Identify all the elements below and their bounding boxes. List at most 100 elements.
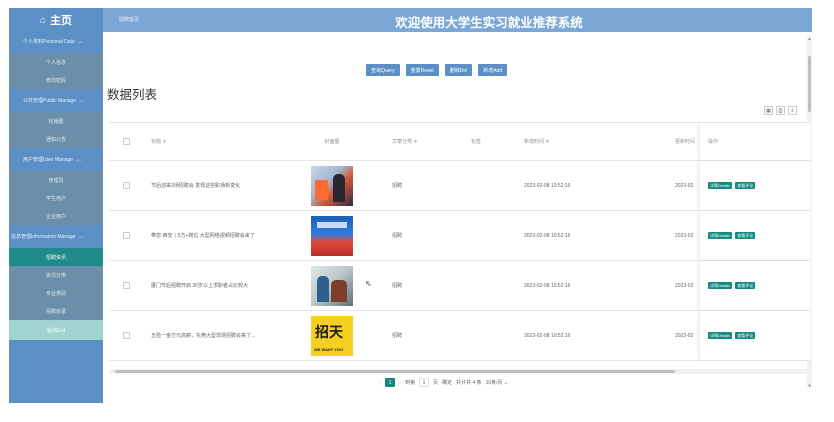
main-content: ▲ ▼ 查询Query 重置Reset 删除Del 新增Add 数据列表 ▦ ⎙… bbox=[103, 32, 812, 403]
cover-image bbox=[311, 165, 353, 206]
row-checkbox[interactable] bbox=[123, 282, 130, 289]
row-type: 招聘 bbox=[392, 233, 403, 239]
goto-prefix: 到第 bbox=[405, 380, 416, 386]
scrollbar-thumb[interactable] bbox=[808, 56, 811, 112]
chevron-up-icon: ︿ bbox=[77, 39, 83, 45]
sidebar-group-label: 用户管理User Manage bbox=[23, 157, 74, 163]
sidebar-item-notices[interactable]: 通知公告 bbox=[9, 130, 103, 148]
logout-button[interactable]: 退出Exit bbox=[9, 320, 103, 340]
sidebar-item-students[interactable]: 学生用户 bbox=[9, 189, 103, 207]
home-icon: ⌂ bbox=[39, 14, 47, 26]
print-icon[interactable]: ⎙ bbox=[776, 106, 785, 115]
reset-button[interactable]: 重置Reset bbox=[405, 64, 439, 76]
mouse-cursor-icon: ⇖ bbox=[365, 279, 372, 288]
row-tag bbox=[471, 311, 511, 360]
delete-button[interactable]: 删除Del bbox=[444, 64, 473, 76]
details-button[interactable]: 详情Details bbox=[708, 232, 733, 239]
header-time[interactable]: 新增时间 ≑ bbox=[524, 123, 674, 160]
header-tag: 标签 bbox=[471, 139, 482, 145]
row-tag bbox=[471, 261, 511, 310]
prev-page-icon[interactable]: ‹ bbox=[379, 380, 381, 386]
table-row: 五险一金万元高薪，东莞大型现场招聘会来了... 招聘 2023-02-08 10… bbox=[109, 311, 811, 361]
row-title: 节后迎来3场招聘会 发现这些职场新变化 bbox=[151, 183, 241, 189]
sidebar-group-personal[interactable]: 个人资料Personal Data ︿ bbox=[9, 32, 103, 51]
sidebar-item-personal-info[interactable]: 个人信息 bbox=[9, 53, 103, 71]
row-title: 带您·西安丨5万+岗位 大型网络视频招聘会来了 bbox=[151, 233, 255, 239]
sidebar-item-change-password[interactable]: 修改密码 bbox=[9, 71, 103, 89]
details-button[interactable]: 详情Details bbox=[708, 332, 733, 339]
table-row: 节后迎来3场招聘会 发现这些职场新变化 招聘 2023-02-08 10:52:… bbox=[109, 161, 811, 211]
pagination: ‹ 1 › 到第 1 页 确定 共计共 4 条 10条/页 ⌄ bbox=[379, 378, 508, 387]
details-button[interactable]: 详情Details bbox=[708, 182, 733, 189]
details-button[interactable]: 详情Details bbox=[708, 282, 733, 289]
data-table: 标题 ≑ 封面图 文章分类 ≑ 标签 新增时间 ≑ 更新时间 操作 节后迎来3场… bbox=[109, 122, 811, 368]
goto-page-input[interactable]: 1 bbox=[419, 378, 430, 387]
goto-confirm-button[interactable]: 确定 bbox=[442, 379, 452, 386]
export-icon[interactable]: ⇩ bbox=[788, 106, 797, 115]
scrollbar-thumb[interactable] bbox=[115, 370, 675, 373]
scroll-down-icon[interactable]: ▼ bbox=[807, 383, 812, 388]
grid-icon[interactable]: ▦ bbox=[764, 106, 773, 115]
action-toolbar: 查询Query 重置Reset 删除Del 新增Add bbox=[366, 64, 508, 76]
total-count: 共计共 4 条 bbox=[456, 380, 482, 386]
page-size-select[interactable]: 10条/页 ⌄ bbox=[485, 379, 508, 387]
row-time: 2023-02-08 10:52:16 bbox=[524, 232, 571, 239]
query-button[interactable]: 查询Query bbox=[366, 64, 400, 76]
row-title: 五险一金万元高薪，东莞大型现场招聘会来了... bbox=[151, 333, 256, 339]
list-title: 数据列表 bbox=[107, 88, 158, 102]
add-button[interactable]: 新增Add bbox=[478, 64, 508, 76]
page-size-value: 10条/页 bbox=[485, 380, 503, 386]
header-title[interactable]: 标题 ≑ bbox=[151, 123, 301, 160]
sidebar-item-admin[interactable]: 管理员 bbox=[9, 171, 103, 189]
sidebar-group-information[interactable]: 信息管理Information Manage ︿ bbox=[9, 227, 103, 246]
row-time: 2023-02-08 10:52:16 bbox=[524, 332, 571, 339]
comments-button[interactable]: 查看评论 bbox=[735, 232, 756, 239]
home-label: 主页 bbox=[50, 15, 73, 27]
row-checkbox[interactable] bbox=[123, 332, 130, 339]
sidebar-group-label: 公共管理Public Manage bbox=[23, 98, 77, 104]
sidebar-item-major-category[interactable]: 专业类别 bbox=[9, 284, 103, 302]
row-tag bbox=[471, 161, 511, 210]
chevron-up-icon: ︿ bbox=[78, 234, 84, 240]
table-header-row: 标题 ≑ 封面图 文章分类 ≑ 标签 新增时间 ≑ 更新时间 操作 bbox=[109, 123, 811, 161]
table-row: 厦门节后招聘开启 30岁以上求职者占比较大 招聘 2023-02-08 10:5… bbox=[109, 261, 811, 311]
page-number-current[interactable]: 1 bbox=[385, 378, 395, 387]
row-checkbox[interactable] bbox=[123, 182, 130, 189]
comments-button[interactable]: 查看评论 bbox=[735, 332, 756, 339]
table-row: 带您·西安丨5万+岗位 大型网络视频招聘会来了 招聘 2023-02-08 10… bbox=[109, 211, 811, 261]
goto-suffix: 页 bbox=[433, 380, 439, 386]
sidebar-item-companies[interactable]: 企业用户 bbox=[9, 207, 103, 225]
select-all-checkbox[interactable] bbox=[123, 138, 130, 145]
system-title: 欢迎使用大学生实习就业推荐系统 bbox=[395, 16, 583, 30]
chevron-down-icon: ⌄ bbox=[503, 379, 508, 386]
home-button[interactable]: ⌂ 主页 bbox=[9, 8, 103, 32]
comments-button[interactable]: 查看评论 bbox=[735, 182, 756, 189]
horizontal-scrollbar[interactable] bbox=[109, 369, 811, 374]
comments-button[interactable]: 查看评论 bbox=[735, 282, 756, 289]
chevron-up-icon: ︿ bbox=[79, 98, 85, 104]
breadcrumb[interactable]: 招聘首页 bbox=[119, 16, 139, 23]
sidebar-item-news-category[interactable]: 资讯分类 bbox=[9, 266, 103, 284]
sidebar-item-job-news[interactable]: 招聘资讯 bbox=[9, 248, 103, 266]
header-type[interactable]: 文章分类 ≑ bbox=[392, 123, 452, 160]
cover-image bbox=[311, 265, 353, 306]
chevron-up-icon: ︿ bbox=[76, 157, 82, 163]
sidebar-item-carousel[interactable]: 轮播图 bbox=[9, 112, 103, 130]
row-type: 招聘 bbox=[392, 333, 403, 339]
next-page-icon[interactable]: › bbox=[399, 380, 401, 386]
sidebar-group-users[interactable]: 用户管理User Manage ︿ bbox=[9, 150, 103, 169]
sidebar-group-public[interactable]: 公共管理Public Manage ︿ bbox=[9, 91, 103, 110]
scroll-up-icon[interactable]: ▲ bbox=[807, 36, 812, 41]
cover-image bbox=[311, 315, 353, 356]
app-frame: ⌂ 主页 招聘首页 欢迎使用大学生实习就业推荐系统 个人资料Personal D… bbox=[9, 8, 812, 403]
row-type: 招聘 bbox=[392, 283, 403, 289]
row-checkbox[interactable] bbox=[123, 232, 130, 239]
row-time: 2023-02-08 10:52:16 bbox=[524, 182, 571, 189]
cover-image bbox=[311, 215, 353, 256]
top-bar: ⌂ 主页 招聘首页 欢迎使用大学生实习就业推荐系统 bbox=[9, 8, 812, 32]
sidebar-item-job-catalog[interactable]: 招聘目录 bbox=[9, 302, 103, 320]
sidebar-group-label: 信息管理Information Manage bbox=[11, 234, 76, 240]
sidebar: 个人资料Personal Data ︿ 个人信息 修改密码 公共管理Public … bbox=[9, 32, 103, 403]
row-type: 招聘 bbox=[392, 183, 403, 189]
row-time: 2023-02-08 10:52:16 bbox=[524, 282, 571, 289]
